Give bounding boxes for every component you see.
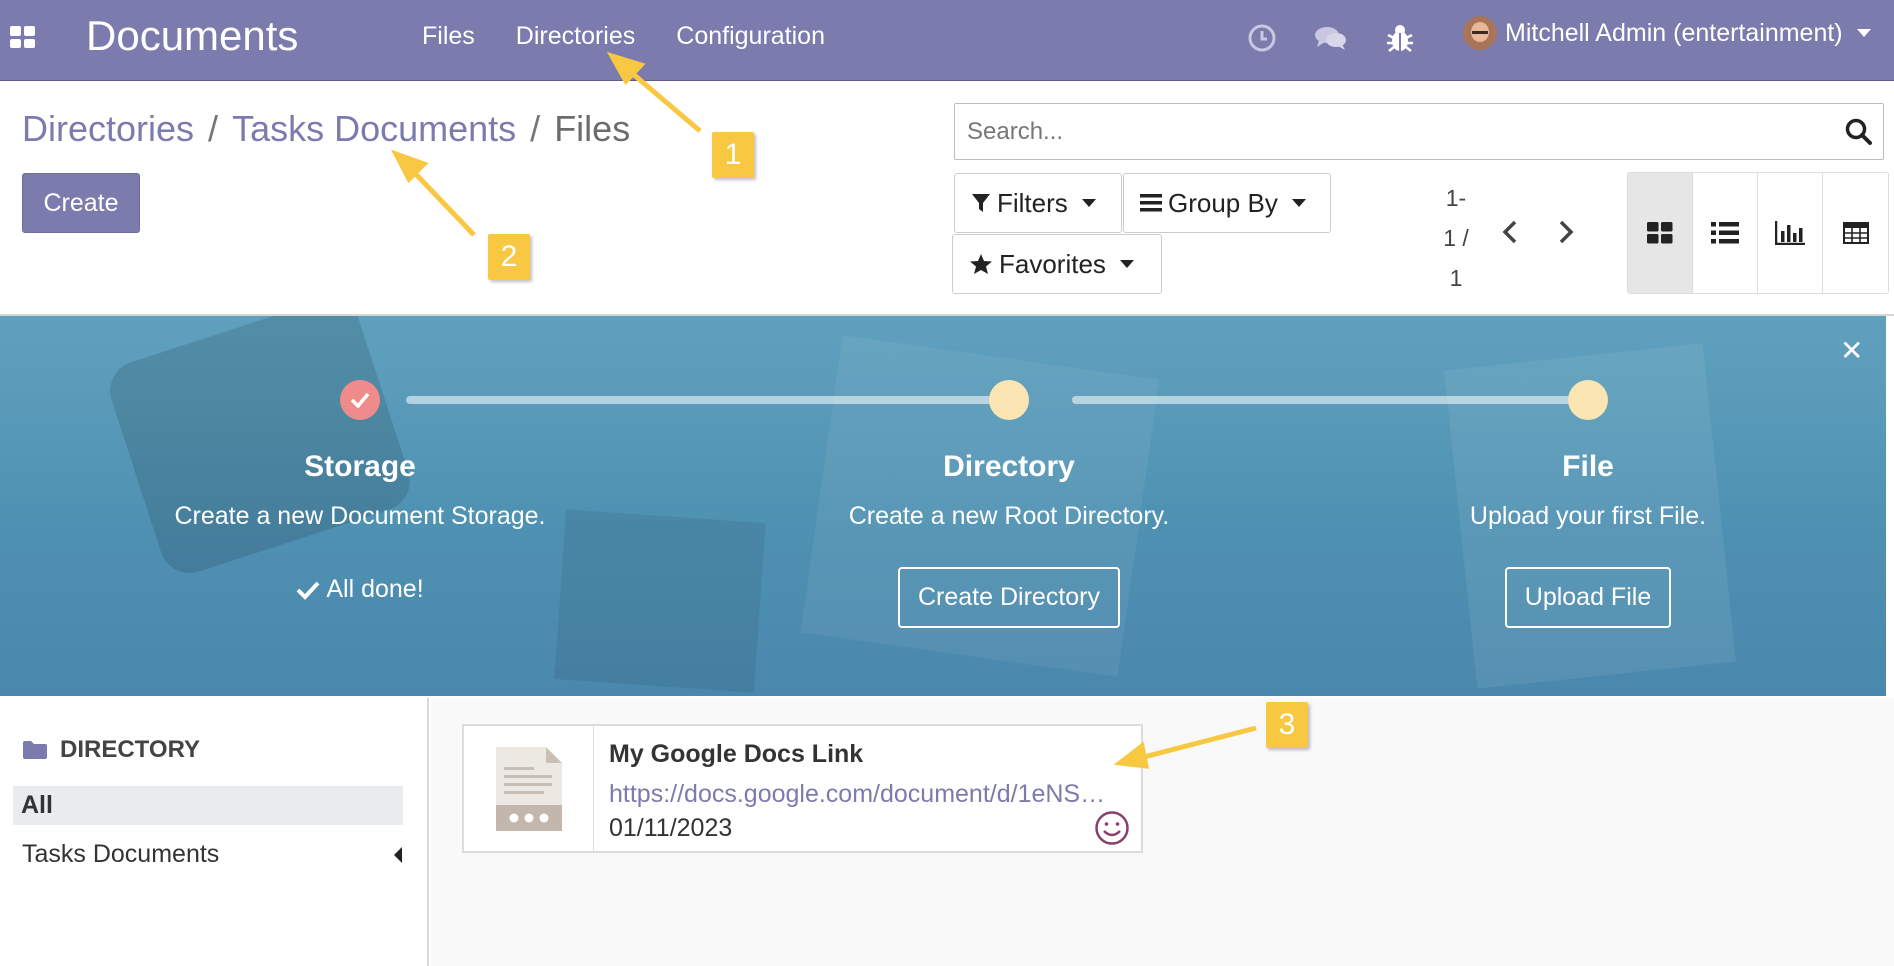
menu-directories[interactable]: Directories [516, 22, 635, 51]
filter-icon [972, 194, 990, 212]
all-done-label: All done! [326, 575, 424, 603]
pivot-view-button[interactable] [1823, 173, 1888, 293]
top-navbar: Documents Files Directories Configuratio… [0, 0, 1894, 81]
all-done-status: All done! [110, 575, 610, 604]
filters-button[interactable]: Filters [954, 173, 1122, 233]
discuss-chat-icon[interactable] [1313, 20, 1349, 56]
step-description: Create a new Root Directory. [848, 502, 1170, 530]
card-title: My Google Docs Link [609, 740, 864, 768]
create-directory-button[interactable]: Create Directory [898, 567, 1120, 628]
debug-bug-icon[interactable] [1382, 20, 1418, 56]
annotation-badge-3: 3 [1266, 702, 1308, 748]
step-title: File [1562, 450, 1614, 483]
top-menu: Files Directories Configuration [422, 22, 866, 51]
step-description: Upload your first File. [1469, 502, 1707, 530]
chevron-left-icon [1502, 220, 1517, 244]
file-thumbnail [464, 726, 594, 851]
filters-label: Filters [997, 187, 1068, 218]
sidepanel-item-label: Tasks Documents [22, 840, 220, 868]
progress-line [1072, 396, 1572, 404]
step-title: Storage [304, 450, 416, 483]
annotation-badge-2: 2 [488, 234, 530, 280]
breadcrumb-separator: / [530, 108, 541, 149]
breadcrumb-current: Files [554, 108, 631, 149]
app-name: Documents [86, 12, 299, 59]
document-card[interactable]: My Google Docs Link https://docs.google.… [462, 724, 1143, 853]
bars-icon [1140, 194, 1162, 212]
pager-previous-button[interactable] [1497, 214, 1523, 250]
kanban-icon [1647, 222, 1673, 244]
menu-configuration[interactable]: Configuration [676, 22, 825, 51]
avatar [1463, 16, 1497, 50]
pager-line: 1 [1449, 265, 1463, 291]
step-storage: Storage Create a new Document Storage. A… [110, 450, 610, 604]
graph-icon [1775, 221, 1805, 245]
breadcrumb-directories[interactable]: Directories [22, 108, 194, 150]
favorites-button[interactable]: Favorites [952, 234, 1162, 294]
group-by-button[interactable]: Group By [1123, 173, 1331, 233]
user-name: Mitchell Admin (entertainment) [1505, 18, 1843, 47]
chevron-down-icon [1856, 29, 1871, 37]
star-icon [970, 254, 992, 274]
kanban-view-button[interactable] [1628, 173, 1693, 293]
list-icon [1711, 222, 1739, 244]
list-view-button[interactable] [1693, 173, 1758, 293]
search-input[interactable]: Search... [954, 103, 1884, 160]
pager-line: 1 / [1443, 225, 1469, 251]
pager-next-button[interactable] [1553, 214, 1579, 250]
step-done-dot [340, 380, 380, 420]
directory-section-header: DIRECTORY [22, 736, 200, 764]
upload-file-button[interactable]: Upload File [1504, 567, 1672, 628]
step-dot [1568, 380, 1608, 420]
group-by-label: Group By [1168, 187, 1278, 218]
pager-value[interactable]: 1- 1 / 1 [1436, 178, 1476, 298]
sidepanel-item-tasks-documents[interactable]: Tasks Documents [22, 840, 402, 869]
card-url-link[interactable]: https://docs.google.com/document/d/1eNS… [609, 780, 1129, 809]
pivot-icon [1842, 222, 1869, 244]
chevron-down-icon [1119, 260, 1134, 268]
breadcrumb-separator: / [208, 108, 219, 149]
favorites-label: Favorites [999, 248, 1106, 279]
step-directory: Directory Create a new Root Directory. C… [759, 450, 1259, 628]
document-file-icon [495, 746, 562, 831]
step-description: Create a new Document Storage. [174, 502, 546, 530]
activity-clock-icon[interactable] [1244, 20, 1280, 56]
user-menu[interactable]: Mitchell Admin (entertainment) [1463, 16, 1871, 50]
folder-icon [23, 741, 47, 759]
close-icon[interactable]: ✕ [1840, 334, 1863, 367]
card-date: 01/11/2023 [609, 814, 733, 842]
step-file: File Upload your first File. Upload File [1338, 450, 1838, 628]
sidepanel-item-all[interactable]: All [13, 786, 403, 825]
annotation-arrowhead-2 [390, 149, 429, 184]
search-placeholder: Search... [967, 117, 1064, 145]
onboarding-banner: Storage Create a new Document Storage. A… [0, 316, 1886, 696]
annotation-arrow-2 [408, 166, 476, 237]
search-icon[interactable] [1845, 118, 1873, 146]
directory-header-label: DIRECTORY [60, 736, 201, 763]
apps-menu-icon[interactable] [10, 26, 36, 48]
smiley-face-icon[interactable] [1094, 810, 1130, 846]
search-panel: DIRECTORY All Tasks Documents [0, 698, 429, 966]
check-icon [296, 581, 320, 600]
view-switcher [1627, 172, 1889, 294]
annotation-badge-1: 1 [712, 132, 754, 178]
check-icon [350, 392, 370, 408]
breadcrumb: Directories / Tasks Documents / Files [22, 108, 630, 150]
caret-left-icon[interactable] [394, 846, 402, 863]
chevron-down-icon [1081, 199, 1096, 207]
menu-files[interactable]: Files [422, 22, 475, 51]
chevron-down-icon [1291, 199, 1306, 207]
create-button[interactable]: Create [22, 173, 140, 233]
step-dot [989, 380, 1029, 420]
pager-line: 1- [1445, 185, 1467, 211]
chevron-right-icon [1559, 220, 1574, 244]
graph-view-button[interactable] [1758, 173, 1823, 293]
step-title: Directory [943, 450, 1075, 483]
breadcrumb-tasks-documents[interactable]: Tasks Documents [232, 108, 516, 150]
progress-line [406, 396, 992, 404]
